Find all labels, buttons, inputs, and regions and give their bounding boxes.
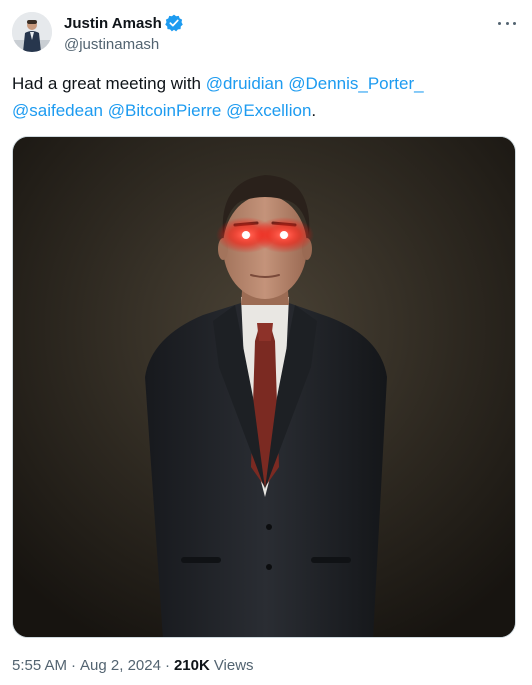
meta-separator: · — [71, 657, 77, 674]
views-label: Views — [213, 657, 254, 674]
mention-link[interactable]: @Excellion — [226, 101, 311, 120]
tweet-text-end: . — [311, 101, 317, 120]
tweet-date[interactable]: Aug 2, 2024 — [80, 656, 161, 676]
verified-badge-icon — [165, 14, 183, 32]
tweet-text-lead: Had a great meeting with — [12, 74, 206, 93]
tweet-meta: 5:55 AM · Aug 2, 2024 · 210K Views — [12, 656, 254, 676]
meta-separator: · — [164, 657, 170, 674]
tweet-header: Justin Amash @justinamash — [12, 12, 520, 60]
mention-link[interactable]: @druidian — [206, 74, 284, 93]
mention-link[interactable]: @BitcoinPierre — [108, 101, 222, 120]
author-names: Justin Amash @justinamash — [64, 13, 183, 55]
tweet-time[interactable]: 5:55 AM — [12, 656, 67, 676]
tweet-text: Had a great meeting with @druidian @Denn… — [12, 70, 512, 124]
views-count[interactable]: 210K — [174, 656, 210, 676]
tweet-image[interactable] — [12, 136, 516, 638]
handle[interactable]: @justinamash — [64, 35, 183, 55]
display-name[interactable]: Justin Amash — [64, 15, 162, 32]
tweet-card: Justin Amash @justinamash Had a great me… — [0, 0, 532, 685]
avatar[interactable] — [12, 12, 52, 52]
mention-link[interactable]: @saifedean — [12, 101, 103, 120]
more-options-icon[interactable] — [496, 14, 518, 32]
mention-link[interactable]: @Dennis_Porter_ — [288, 74, 423, 93]
